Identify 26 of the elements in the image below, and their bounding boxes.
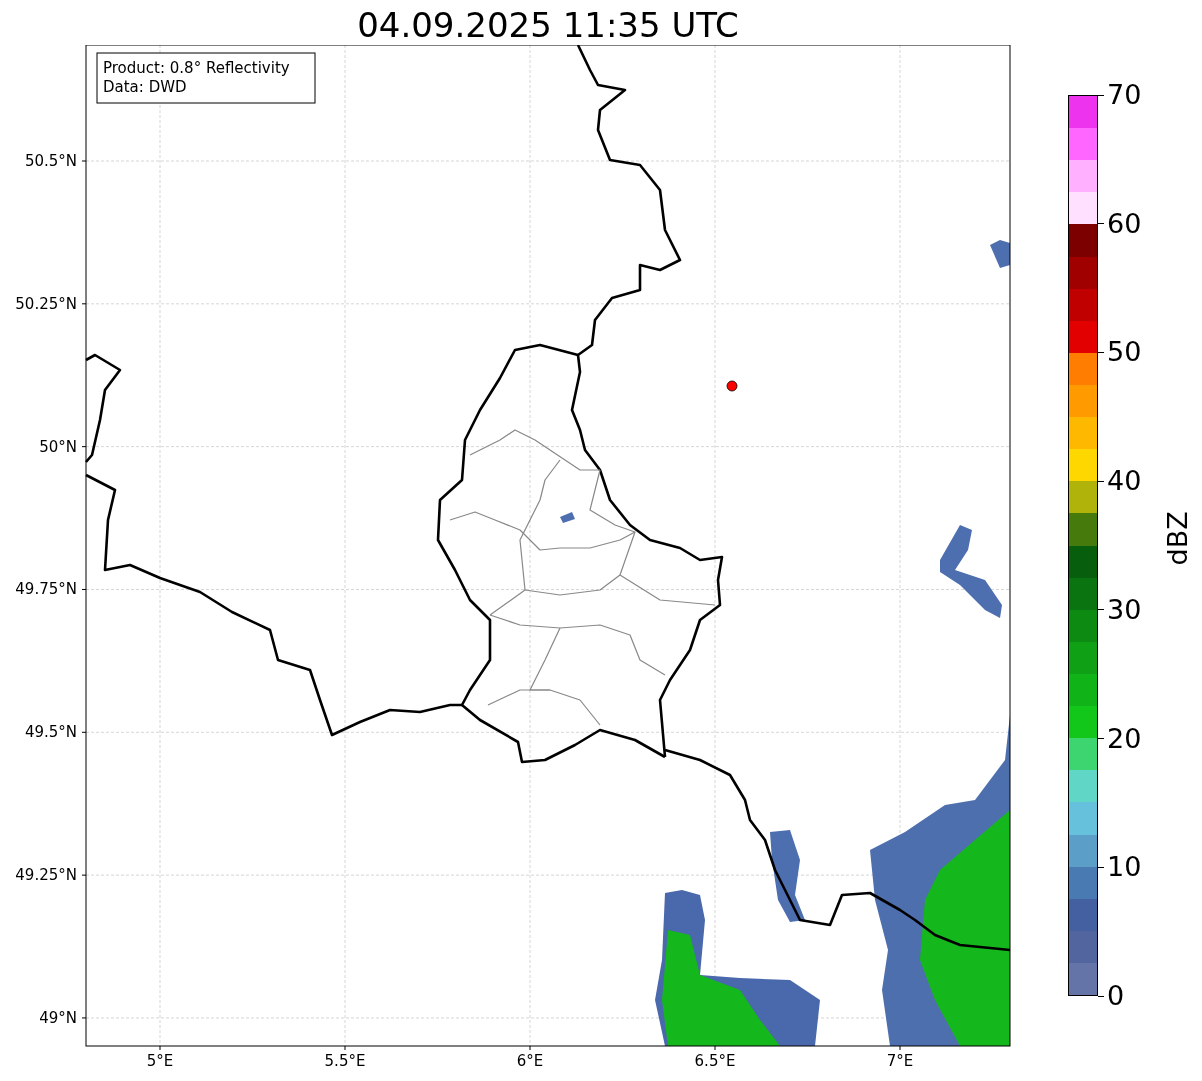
colorbar-tick-label: 10: [1107, 852, 1142, 883]
latitude-label: 49.75°N: [15, 580, 77, 599]
colorbar-tick-label: 20: [1107, 723, 1142, 754]
latitude-label: 49.5°N: [24, 723, 77, 742]
longitude-label: 7°E: [886, 1052, 914, 1070]
colorbar-tick-label: 50: [1107, 337, 1142, 368]
colorbar-tick-label: 40: [1107, 466, 1142, 497]
longitude-label: 6°E: [516, 1052, 544, 1070]
radar-echo-drawing: [990, 240, 1010, 268]
info-text: Product: 0.8° Reflectivity: [103, 59, 290, 77]
map-title: 04.09.2025 11:35 UTC: [356, 4, 740, 45]
colorbar-tick-label: 70: [1107, 80, 1142, 110]
longitude-label: 5°E: [146, 1052, 174, 1070]
info-text: Data: DWD: [103, 78, 187, 96]
radar-echo-drawing: [560, 512, 575, 523]
colorbar-tick-label: 0: [1107, 981, 1125, 1011]
radar-site-marker: [726, 380, 738, 392]
colorbar-tick-label: 30: [1107, 594, 1142, 625]
latitude-label: 50°N: [39, 437, 77, 456]
longitude-label: 6.5°E: [694, 1052, 736, 1070]
latitude-label: 49.25°N: [15, 866, 77, 885]
latitude-label: 50.25°N: [15, 294, 77, 313]
longitude-label: 5.5°E: [324, 1052, 366, 1070]
latitude-label: 49°N: [39, 1008, 77, 1027]
colorbar-tick-label: 60: [1107, 208, 1142, 239]
latitude-label: 50.5°N: [24, 152, 77, 170]
